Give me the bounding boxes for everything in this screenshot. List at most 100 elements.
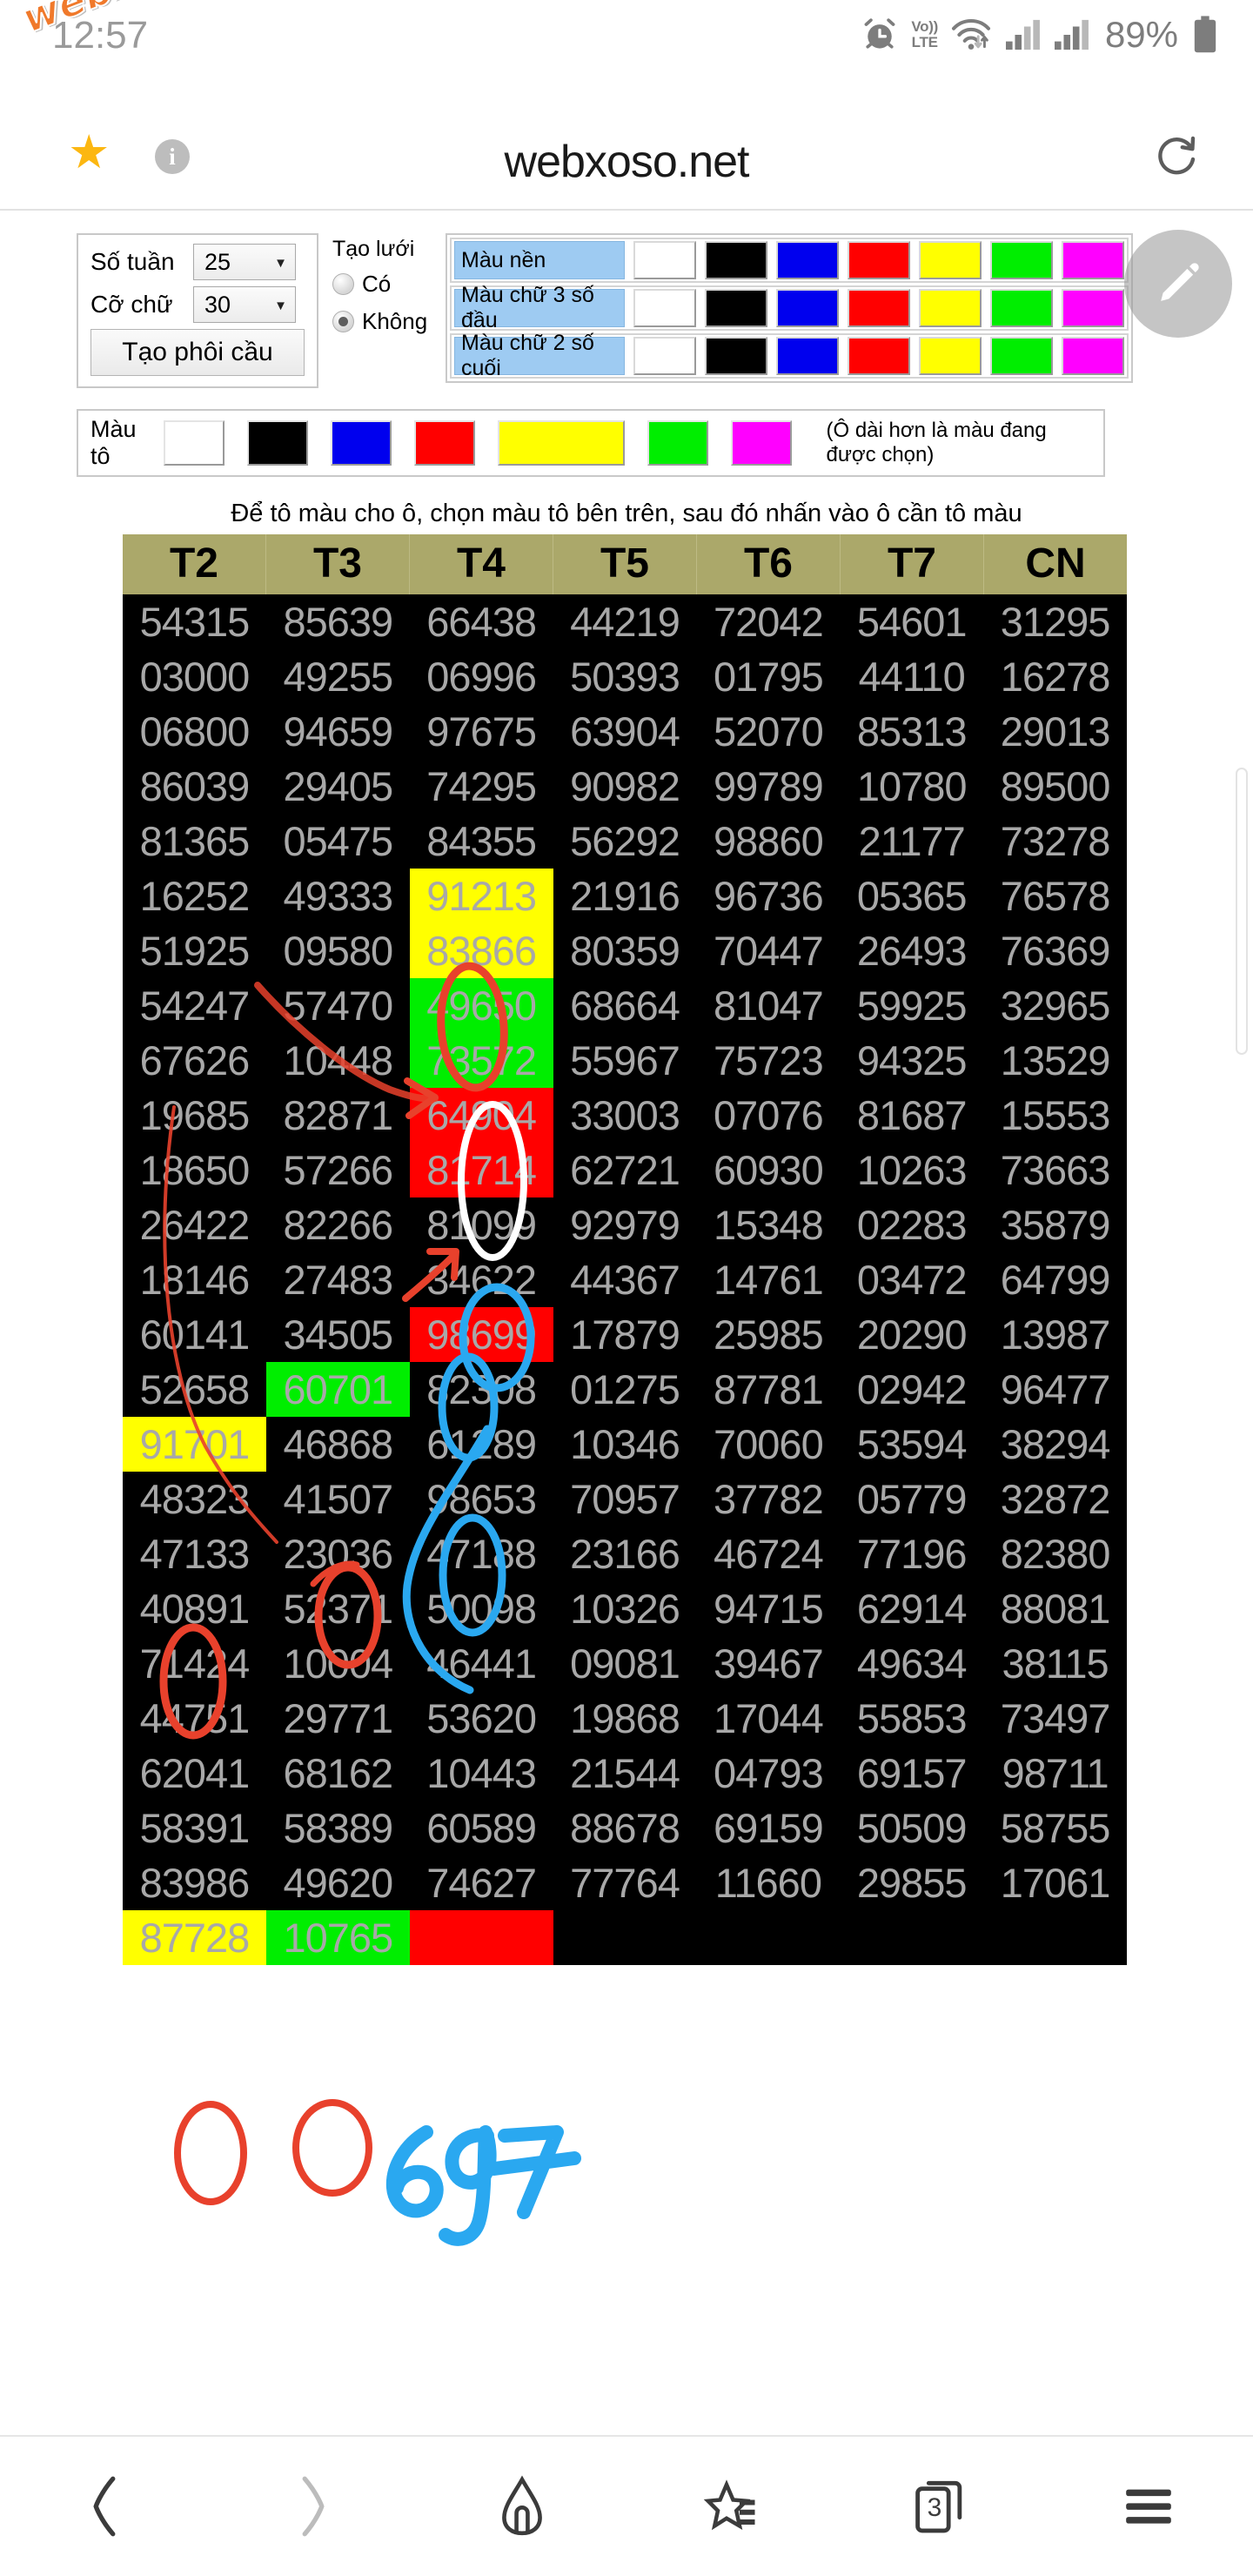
table-cell[interactable]: 58391 <box>123 1801 266 1855</box>
table-cell[interactable]: 67626 <box>123 1033 266 1088</box>
swatch-magenta[interactable] <box>1062 241 1124 279</box>
table-cell[interactable]: 87728 <box>123 1910 266 1965</box>
table-cell[interactable]: 23036 <box>265 1526 410 1581</box>
radio-option-khong[interactable]: Không <box>332 308 430 335</box>
table-cell[interactable]: 52658 <box>123 1362 266 1417</box>
fill-swatch-black[interactable] <box>246 420 308 466</box>
reload-icon[interactable] <box>1154 132 1203 181</box>
table-cell[interactable]: 98699 <box>409 1307 553 1362</box>
table-cell[interactable]: 44367 <box>553 1252 697 1307</box>
table-cell[interactable]: 20290 <box>840 1307 984 1362</box>
table-cell[interactable]: 49255 <box>265 649 410 704</box>
table-cell[interactable]: 53594 <box>840 1417 984 1472</box>
table-cell[interactable]: 38294 <box>983 1417 1128 1472</box>
table-cell[interactable]: 82308 <box>409 1362 553 1417</box>
table-cell[interactable]: 89500 <box>983 759 1128 814</box>
table-cell[interactable]: 58389 <box>265 1801 410 1855</box>
table-cell[interactable]: 82380 <box>983 1526 1128 1581</box>
swatch-white[interactable] <box>633 337 696 375</box>
table-cell[interactable]: 70060 <box>696 1417 841 1472</box>
table-cell[interactable]: 88081 <box>983 1581 1128 1636</box>
table-cell[interactable]: 81687 <box>840 1088 984 1143</box>
table-cell[interactable]: 55853 <box>840 1691 984 1746</box>
table-cell[interactable]: 81714 <box>409 1143 553 1197</box>
table-cell[interactable]: 01795 <box>696 649 841 704</box>
table-cell[interactable]: 34622 <box>409 1252 553 1307</box>
table-cell[interactable]: 37782 <box>696 1472 841 1526</box>
table-cell[interactable]: 10346 <box>553 1417 697 1472</box>
table-cell[interactable]: 92979 <box>553 1197 697 1252</box>
swatch-yellow[interactable] <box>919 337 982 375</box>
table-cell[interactable]: 80359 <box>553 923 697 978</box>
table-cell[interactable]: 19868 <box>553 1691 697 1746</box>
table-cell[interactable]: 64904 <box>409 1088 553 1143</box>
fill-swatch-white[interactable] <box>163 420 224 466</box>
table-cell[interactable] <box>983 1910 1128 1965</box>
table-cell[interactable]: 81365 <box>123 814 266 869</box>
table-cell[interactable]: 49333 <box>265 869 410 923</box>
table-cell[interactable]: 98860 <box>696 814 841 869</box>
swatch-blue[interactable] <box>776 289 839 327</box>
swatch-blue[interactable] <box>776 241 839 279</box>
radio-option-co[interactable]: Có <box>332 271 430 298</box>
table-cell[interactable]: 54601 <box>840 594 984 649</box>
table-cell[interactable]: 13987 <box>983 1307 1128 1362</box>
table-cell[interactable] <box>840 1910 984 1965</box>
table-cell[interactable]: 91213 <box>409 869 553 923</box>
table-cell[interactable]: 16278 <box>983 649 1128 704</box>
fill-swatch-magenta[interactable] <box>730 420 792 466</box>
table-cell[interactable]: 05779 <box>840 1472 984 1526</box>
table-cell[interactable]: 47188 <box>409 1526 553 1581</box>
table-cell[interactable]: 68664 <box>553 978 697 1033</box>
table-cell[interactable]: 34505 <box>265 1307 410 1362</box>
table-cell[interactable]: 06800 <box>123 704 266 759</box>
nav-forward-button[interactable] <box>248 2459 379 2554</box>
table-cell[interactable]: 18650 <box>123 1143 266 1197</box>
table-cell[interactable]: 76578 <box>983 869 1128 923</box>
table-cell[interactable]: 99789 <box>696 759 841 814</box>
table-cell[interactable]: 03472 <box>840 1252 984 1307</box>
table-cell[interactable]: 54247 <box>123 978 266 1033</box>
table-cell[interactable]: 77764 <box>553 1855 697 1910</box>
table-cell[interactable]: 98711 <box>983 1746 1128 1801</box>
table-cell[interactable]: 10448 <box>265 1033 410 1088</box>
table-cell[interactable]: 57266 <box>265 1143 410 1197</box>
table-cell[interactable]: 46441 <box>409 1636 553 1691</box>
table-cell[interactable]: 07076 <box>696 1088 841 1143</box>
table-cell[interactable]: 31295 <box>983 594 1128 649</box>
table-cell[interactable]: 60141 <box>123 1307 266 1362</box>
table-cell[interactable]: 39467 <box>696 1636 841 1691</box>
table-cell[interactable]: 81047 <box>696 978 841 1033</box>
table-cell[interactable]: 81099 <box>409 1197 553 1252</box>
swatch-white[interactable] <box>633 289 696 327</box>
table-cell[interactable]: 23166 <box>553 1526 697 1581</box>
table-cell[interactable]: 59925 <box>840 978 984 1033</box>
nav-menu-button[interactable] <box>1083 2459 1214 2554</box>
table-cell[interactable]: 82266 <box>265 1197 410 1252</box>
fill-swatch-yellow-selected[interactable] <box>497 420 625 466</box>
table-cell[interactable]: 10443 <box>409 1746 553 1801</box>
swatch-magenta[interactable] <box>1062 289 1124 327</box>
table-cell[interactable] <box>409 1910 553 1965</box>
table-cell[interactable]: 14761 <box>696 1252 841 1307</box>
table-cell[interactable]: 16252 <box>123 869 266 923</box>
table-cell[interactable]: 15348 <box>696 1197 841 1252</box>
table-cell[interactable]: 03000 <box>123 649 266 704</box>
create-phoi-cau-button[interactable]: Tạo phôi cầu <box>90 329 305 376</box>
table-cell[interactable]: 84355 <box>409 814 553 869</box>
nav-bookmarks-button[interactable] <box>666 2459 796 2554</box>
table-cell[interactable]: 17061 <box>983 1855 1128 1910</box>
table-cell[interactable]: 29855 <box>840 1855 984 1910</box>
table-cell[interactable]: 94325 <box>840 1033 984 1088</box>
table-cell[interactable]: 51925 <box>123 923 266 978</box>
table-cell[interactable]: 06996 <box>409 649 553 704</box>
page-scrollbar[interactable] <box>1236 768 1248 1055</box>
table-cell[interactable]: 26493 <box>840 923 984 978</box>
table-cell[interactable]: 69157 <box>840 1746 984 1801</box>
table-cell[interactable]: 52371 <box>265 1581 410 1636</box>
table-cell[interactable]: 49634 <box>840 1636 984 1691</box>
table-cell[interactable]: 38115 <box>983 1636 1128 1691</box>
table-cell[interactable]: 05475 <box>265 814 410 869</box>
table-cell[interactable]: 60701 <box>265 1362 410 1417</box>
table-cell[interactable]: 90982 <box>553 759 697 814</box>
